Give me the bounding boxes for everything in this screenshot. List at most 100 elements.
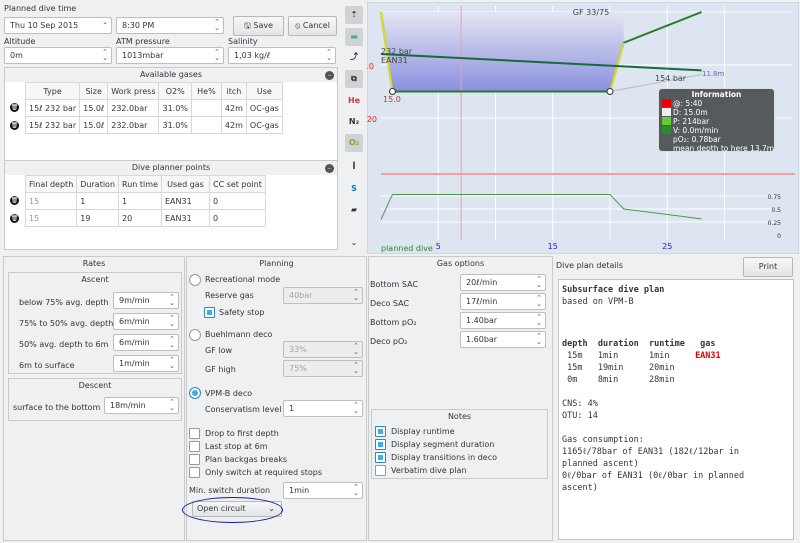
- table-cell[interactable]: 31.0%: [158, 99, 192, 117]
- notes-checkbox[interactable]: [375, 439, 386, 450]
- recreational-mode-radio[interactable]: [189, 274, 201, 286]
- gas-option-input[interactable]: 1.40bar ⌃ ⌄: [460, 312, 546, 329]
- spinner-arrows-icon[interactable]: ⌃ ⌄: [536, 333, 542, 346]
- buehlmann-deco-radio[interactable]: [189, 329, 201, 341]
- toolbar-n2-button[interactable]: N₂: [345, 113, 363, 131]
- table-cell[interactable]: EAN31: [160, 192, 210, 210]
- delete-row-icon[interactable]: 🗑: [10, 103, 19, 112]
- salinity-input[interactable]: 1,03 kg/ℓ ⌃ ⌄: [228, 47, 336, 64]
- spinner-arrows-icon[interactable]: ⌃ ⌄: [214, 19, 220, 32]
- table-cell[interactable]: OC-gas: [245, 116, 283, 134]
- toolbar-tissue-button[interactable]: ⧉: [345, 70, 363, 88]
- table-cell[interactable]: 19: [76, 209, 120, 227]
- ascent-rate-input[interactable]: 6m/min ⌃ ⌄: [113, 334, 179, 351]
- collapse-icon[interactable]: –: [325, 164, 334, 173]
- column-header[interactable]: Work press: [107, 82, 160, 100]
- column-header[interactable]: He%: [190, 82, 222, 100]
- only-switch-checkbox[interactable]: [189, 467, 200, 478]
- cancel-button[interactable]: ⦸ Cancel: [288, 16, 337, 36]
- gas-option-input[interactable]: 17ℓ/min ⌃ ⌄: [460, 293, 546, 310]
- table-cell[interactable]: 42m: [220, 99, 247, 117]
- column-header[interactable]: Final depth: [24, 175, 78, 193]
- table-cell[interactable]: 15ℓ 232 bar: [24, 116, 81, 134]
- table-cell[interactable]: 31.0%: [158, 116, 192, 134]
- table-cell[interactable]: 0: [208, 192, 266, 210]
- spinner-arrows-icon[interactable]: ⌃ ⌄: [169, 315, 175, 328]
- table-row[interactable]: 15 1 1 EAN31 0: [24, 192, 266, 210]
- table-cell[interactable]: 15: [24, 192, 78, 210]
- print-button[interactable]: Print: [743, 257, 793, 277]
- table-cell[interactable]: [190, 99, 222, 117]
- notes-checkbox[interactable]: [375, 465, 386, 476]
- column-header[interactable]: Run time: [118, 175, 162, 193]
- gf-low-input[interactable]: 33% ⌃ ⌄: [283, 341, 363, 358]
- toolbar-he-button[interactable]: He: [345, 92, 363, 110]
- spinner-arrows-icon[interactable]: ⌃ ⌄: [102, 49, 108, 62]
- table-cell[interactable]: 1: [118, 192, 162, 210]
- gf-high-input[interactable]: 75% ⌃ ⌄: [283, 360, 363, 377]
- spinner-arrows-icon[interactable]: ⌃ ⌄: [353, 289, 359, 302]
- table-row[interactable]: 15 19 20 EAN31 0: [24, 209, 266, 227]
- table-cell[interactable]: 20: [118, 209, 162, 227]
- table-cell[interactable]: 15ℓ 232 bar: [24, 99, 81, 117]
- toolbar-heartrate-button[interactable]: ꟾ: [345, 158, 363, 176]
- date-picker[interactable]: Thu 10 Sep 2015 ⌄: [4, 17, 112, 34]
- toolbar-more-chevron-icon[interactable]: ⌄: [345, 234, 363, 252]
- spinner-arrows-icon[interactable]: ⌃ ⌄: [536, 276, 542, 289]
- ascent-rate-input[interactable]: 6m/min ⌃ ⌄: [113, 313, 179, 330]
- table-cell[interactable]: 15: [24, 209, 78, 227]
- table-cell[interactable]: 0: [208, 209, 266, 227]
- collapse-icon[interactable]: –: [325, 71, 334, 80]
- toolbar-gradient-button[interactable]: ▬: [345, 28, 363, 46]
- conservatism-input[interactable]: 1 ⌃ ⌄: [283, 400, 363, 417]
- table-cell[interactable]: [190, 116, 222, 134]
- ascent-rate-input[interactable]: 1m/min ⌃ ⌄: [113, 355, 179, 372]
- column-header[interactable]: Duration: [76, 175, 120, 193]
- column-header[interactable]: itch: [220, 82, 247, 100]
- gas-option-input[interactable]: 20ℓ/min ⌃ ⌄: [460, 274, 546, 291]
- spinner-arrows-icon[interactable]: ⌃ ⌄: [326, 49, 332, 62]
- ascent-rate-input[interactable]: 9m/min ⌃ ⌄: [113, 292, 179, 309]
- table-cell[interactable]: 15.0ℓ: [79, 116, 109, 134]
- vpmb-deco-radio[interactable]: [189, 387, 201, 399]
- min-switch-duration-input[interactable]: 1min ⌃ ⌄: [283, 482, 363, 499]
- drop-checkbox[interactable]: [189, 428, 200, 439]
- notes-checkbox[interactable]: [375, 452, 386, 463]
- spinner-arrows-icon[interactable]: ⌃ ⌄: [169, 336, 175, 349]
- toolbar-deco-stop-button[interactable]: ⤴: [345, 48, 363, 66]
- altitude-input[interactable]: 0m ⌃ ⌄: [4, 47, 112, 64]
- toolbar-sac-button[interactable]: S: [345, 180, 363, 198]
- column-header[interactable]: Used gas: [160, 175, 210, 193]
- spinner-arrows-icon[interactable]: ⌃ ⌄: [353, 402, 359, 415]
- spinner-arrows-icon[interactable]: ⌃ ⌄: [169, 357, 175, 370]
- column-header[interactable]: Type: [24, 82, 81, 100]
- toolbar-o2-button[interactable]: O₂: [345, 134, 363, 152]
- column-header[interactable]: Use: [245, 82, 283, 100]
- time-input[interactable]: 8:30 PM ⌃ ⌄: [116, 17, 224, 34]
- toolbar-ceiling-button[interactable]: ⇡: [345, 6, 363, 24]
- spinner-arrows-icon[interactable]: ⌃ ⌄: [353, 484, 359, 497]
- table-cell[interactable]: 15.0ℓ: [79, 99, 109, 117]
- table-cell[interactable]: 232.0bar: [107, 116, 160, 134]
- reserve-gas-input[interactable]: 40bar ⌃ ⌄: [283, 287, 363, 304]
- backgas-checkbox[interactable]: [189, 454, 200, 465]
- table-row[interactable]: 15ℓ 232 bar 15.0ℓ 232.0bar 31.0% 42m OC-gas: [24, 116, 283, 134]
- column-header[interactable]: Size: [79, 82, 109, 100]
- spinner-arrows-icon[interactable]: ⌃ ⌄: [536, 295, 542, 308]
- last-stop-checkbox[interactable]: [189, 441, 200, 452]
- safety-stop-checkbox[interactable]: [204, 307, 215, 318]
- notes-checkbox[interactable]: [375, 426, 386, 437]
- table-row[interactable]: 15ℓ 232 bar 15.0ℓ 232.0bar 31.0% 42m OC-gas: [24, 99, 283, 117]
- save-button[interactable]: 🖫 Save: [233, 16, 284, 36]
- spinner-arrows-icon[interactable]: ⌃ ⌄: [353, 362, 359, 375]
- spinner-arrows-icon[interactable]: ⌃ ⌄: [536, 314, 542, 327]
- delete-row-icon[interactable]: 🗑: [10, 214, 19, 223]
- table-cell[interactable]: 1: [76, 192, 120, 210]
- spinner-arrows-icon[interactable]: ⌃ ⌄: [169, 294, 175, 307]
- gas-option-input[interactable]: 1.60bar ⌃ ⌄: [460, 331, 546, 348]
- toolbar-map-button[interactable]: ▰: [345, 201, 363, 219]
- spinner-arrows-icon[interactable]: ⌃ ⌄: [353, 343, 359, 356]
- table-cell[interactable]: 232.0bar: [107, 99, 160, 117]
- table-cell[interactable]: 42m: [220, 116, 247, 134]
- delete-row-icon[interactable]: 🗑: [10, 121, 19, 130]
